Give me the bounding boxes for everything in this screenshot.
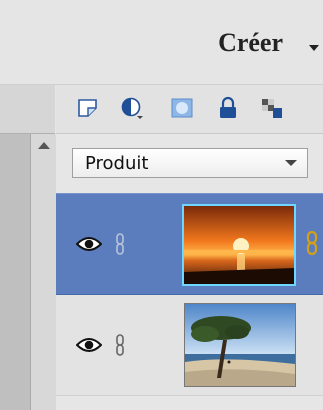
left-gutter-toolbar xyxy=(0,85,55,134)
layer-row-sunset[interactable] xyxy=(56,193,323,295)
lock-icon[interactable] xyxy=(216,96,240,120)
visibility-eye-icon[interactable] xyxy=(76,335,102,355)
new-layer-icon[interactable] xyxy=(76,96,100,120)
layer-thumbnail-sunset[interactable] xyxy=(182,204,296,286)
blend-mode-value: Produit xyxy=(85,153,149,174)
mask-link-icon[interactable] xyxy=(306,230,318,256)
scroll-up-icon[interactable] xyxy=(38,142,50,149)
layers-toolbar xyxy=(56,85,323,134)
panel-header: Créer xyxy=(0,0,323,85)
add-mask-icon[interactable] xyxy=(170,96,194,120)
blend-mode-select[interactable]: Produit xyxy=(72,148,308,178)
link-chain-icon[interactable] xyxy=(114,232,126,256)
link-chain-icon[interactable] xyxy=(114,333,126,357)
visibility-eye-icon[interactable] xyxy=(76,234,102,254)
layer-thumbnail-beach[interactable] xyxy=(184,303,296,387)
create-dropdown-icon[interactable] xyxy=(309,45,319,51)
adjustment-layer-icon[interactable] xyxy=(120,96,144,120)
chevron-down-icon xyxy=(285,160,297,166)
create-menu-label[interactable]: Créer xyxy=(218,28,283,58)
scrollbar[interactable] xyxy=(30,134,56,410)
lock-transparency-icon[interactable] xyxy=(260,96,284,120)
layer-row-beach[interactable] xyxy=(56,295,323,396)
